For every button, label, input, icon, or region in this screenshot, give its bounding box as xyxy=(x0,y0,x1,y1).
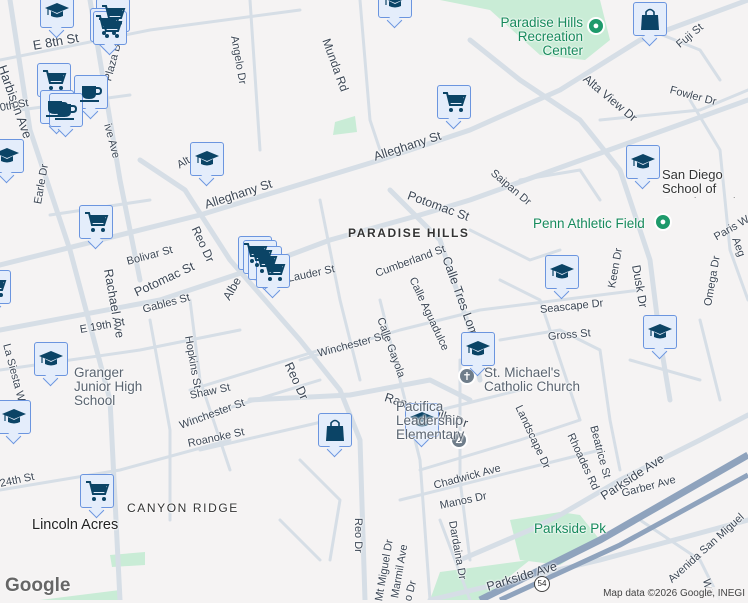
shopping-marker[interactable] xyxy=(633,2,667,36)
school-marker[interactable] xyxy=(34,342,68,376)
school-marker[interactable] xyxy=(461,332,495,366)
graduation-cap-icon xyxy=(38,346,64,372)
grocery-marker[interactable] xyxy=(37,63,71,97)
graduation-cap-icon xyxy=(382,0,408,14)
shopping-bag-icon xyxy=(322,417,348,443)
school-marker[interactable] xyxy=(190,142,224,176)
google-logo: Google xyxy=(5,575,71,596)
grocery-marker[interactable] xyxy=(80,474,114,508)
shopping-marker[interactable] xyxy=(318,413,352,447)
shopping-cart-icon xyxy=(84,478,110,504)
city-label: Lincoln Acres xyxy=(32,517,119,533)
graduation-cap-icon xyxy=(647,319,673,345)
poi-label-school-creative[interactable]: San Diego School of Creative and xyxy=(662,168,748,198)
park-pin-icon[interactable]: ● xyxy=(587,17,605,35)
graduation-cap-icon xyxy=(194,146,220,172)
poi-name: Paradise Hills Recreation Center xyxy=(500,15,583,58)
coffee-cup-icon xyxy=(53,97,79,123)
map-attribution[interactable]: Map data ©2026 Google, INEGI xyxy=(600,587,748,600)
graduation-cap-icon xyxy=(465,336,491,362)
poi-label-granger[interactable]: Granger Junior High School xyxy=(74,366,154,408)
poi-label-st-michaels[interactable]: St. Michael's Catholic Church xyxy=(484,366,584,394)
grocery-marker[interactable] xyxy=(93,11,127,45)
graduation-cap-icon xyxy=(0,143,20,169)
shopping-cart-icon xyxy=(41,67,67,93)
shopping-bag-icon xyxy=(637,6,663,32)
cafe-marker[interactable] xyxy=(74,75,108,109)
grocery-marker[interactable] xyxy=(437,85,471,119)
poi-label-pacifica[interactable]: Pacifica Leadership Elementary xyxy=(396,400,478,442)
school-marker[interactable] xyxy=(0,400,31,434)
grocery-marker[interactable] xyxy=(0,270,11,304)
school-marker[interactable] xyxy=(643,315,677,349)
school-marker[interactable] xyxy=(0,139,24,173)
poi-name: Pacifica Leadership Elementary xyxy=(396,399,465,442)
school-marker[interactable] xyxy=(626,145,660,179)
shopping-cart-icon xyxy=(260,258,286,284)
poi-label-parkside-pk[interactable]: Parkside Pk xyxy=(534,522,606,536)
coffee-cup-icon xyxy=(78,79,104,105)
school-marker[interactable] xyxy=(545,255,579,289)
graduation-cap-icon xyxy=(630,149,656,175)
school-marker[interactable] xyxy=(378,0,412,18)
cafe-marker[interactable] xyxy=(49,93,83,127)
poi-label-rec-center[interactable]: Paradise Hills Recreation Center xyxy=(478,16,583,58)
street-label: Reo Dr xyxy=(352,518,364,553)
shopping-cart-icon xyxy=(83,209,109,235)
poi-label-penn-field[interactable]: Penn Athletic Field xyxy=(533,217,645,231)
grocery-marker[interactable] xyxy=(256,254,290,288)
graduation-cap-icon xyxy=(1,404,27,430)
shopping-cart-icon xyxy=(441,89,467,115)
graduation-cap-icon xyxy=(44,0,70,24)
shopping-cart-icon xyxy=(0,274,7,300)
neighborhood-label: PARADISE HILLS xyxy=(348,226,470,240)
park-pin-icon[interactable]: ● xyxy=(654,213,672,231)
school-marker[interactable] xyxy=(40,0,74,28)
grocery-marker[interactable] xyxy=(79,205,113,239)
shopping-cart-icon xyxy=(97,15,123,41)
graduation-cap-icon xyxy=(549,259,575,285)
highway-shield: 54 xyxy=(534,576,550,592)
neighborhood-label: CANYON RIDGE xyxy=(127,501,239,515)
